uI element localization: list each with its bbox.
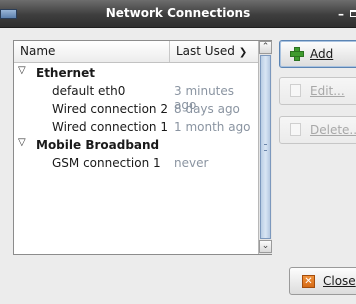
connection-name: Wired connection 1 bbox=[52, 120, 168, 134]
delete-button-label: Delete... bbox=[310, 123, 356, 137]
grip-icon bbox=[264, 144, 267, 151]
list-header: Name Last Used ❯ bbox=[14, 41, 258, 63]
group-row-mobile-broadband[interactable]: ▽ Mobile Broadband bbox=[14, 136, 258, 154]
scroll-down-icon[interactable]: ⌄ bbox=[259, 240, 272, 253]
connection-last-used: never bbox=[174, 156, 209, 170]
triangle-down-icon[interactable]: ▽ bbox=[18, 65, 26, 76]
scroll-up-icon[interactable]: ⌃ bbox=[259, 41, 272, 54]
group-label: Mobile Broadband bbox=[36, 138, 160, 152]
list-item[interactable]: default eth0 3 minutes ago bbox=[14, 82, 258, 112]
list-item[interactable]: Wired connection 2 8 days ago bbox=[14, 100, 258, 118]
group-label: Ethernet bbox=[36, 66, 95, 80]
vertical-scrollbar[interactable]: ⌃ ⌄ bbox=[258, 41, 272, 254]
column-last-used-label: Last Used bbox=[176, 44, 235, 58]
list-item[interactable]: Wired connection 1 1 month ago bbox=[14, 118, 258, 136]
plus-icon bbox=[290, 47, 304, 61]
column-header-name[interactable]: Name bbox=[14, 41, 170, 62]
chevron-down-icon: ❯ bbox=[238, 47, 248, 58]
document-icon bbox=[290, 123, 301, 136]
connection-name: GSM connection 1 bbox=[52, 156, 161, 170]
scrollbar-thumb[interactable] bbox=[260, 55, 271, 239]
window-title: Network Connections bbox=[105, 6, 251, 20]
connection-last-used: 8 days ago bbox=[174, 102, 240, 116]
connection-name: default eth0 bbox=[52, 84, 126, 98]
column-header-last-used[interactable]: Last Used ❯ bbox=[170, 41, 258, 62]
network-connections-window: Network Connections – Name Last Used ❯ ▽ … bbox=[0, 0, 356, 304]
close-button-label: Close bbox=[323, 274, 356, 288]
connections-list: Name Last Used ❯ ▽ Ethernet default eth0 … bbox=[13, 40, 272, 255]
connection-last-used: 1 month ago bbox=[174, 120, 251, 134]
triangle-down-icon[interactable]: ▽ bbox=[18, 137, 26, 148]
add-button[interactable]: Add bbox=[279, 40, 356, 68]
group-row-ethernet[interactable]: ▽ Ethernet bbox=[14, 64, 258, 82]
document-icon bbox=[290, 84, 301, 97]
edit-button[interactable]: Edit... bbox=[279, 77, 356, 105]
column-name-label: Name bbox=[20, 44, 56, 58]
list-item[interactable]: GSM connection 1 never bbox=[14, 154, 258, 172]
close-button[interactable]: ✕ Close bbox=[289, 267, 356, 295]
maximize-icon[interactable] bbox=[350, 10, 356, 17]
minimize-icon[interactable]: – bbox=[338, 7, 344, 21]
title-bar: Network Connections – bbox=[0, 0, 356, 28]
edit-button-label: Edit... bbox=[310, 84, 345, 98]
delete-button[interactable]: Delete... bbox=[279, 116, 356, 144]
close-icon: ✕ bbox=[302, 275, 315, 288]
connection-name: Wired connection 2 bbox=[52, 102, 168, 116]
add-button-label: Add bbox=[310, 47, 334, 61]
